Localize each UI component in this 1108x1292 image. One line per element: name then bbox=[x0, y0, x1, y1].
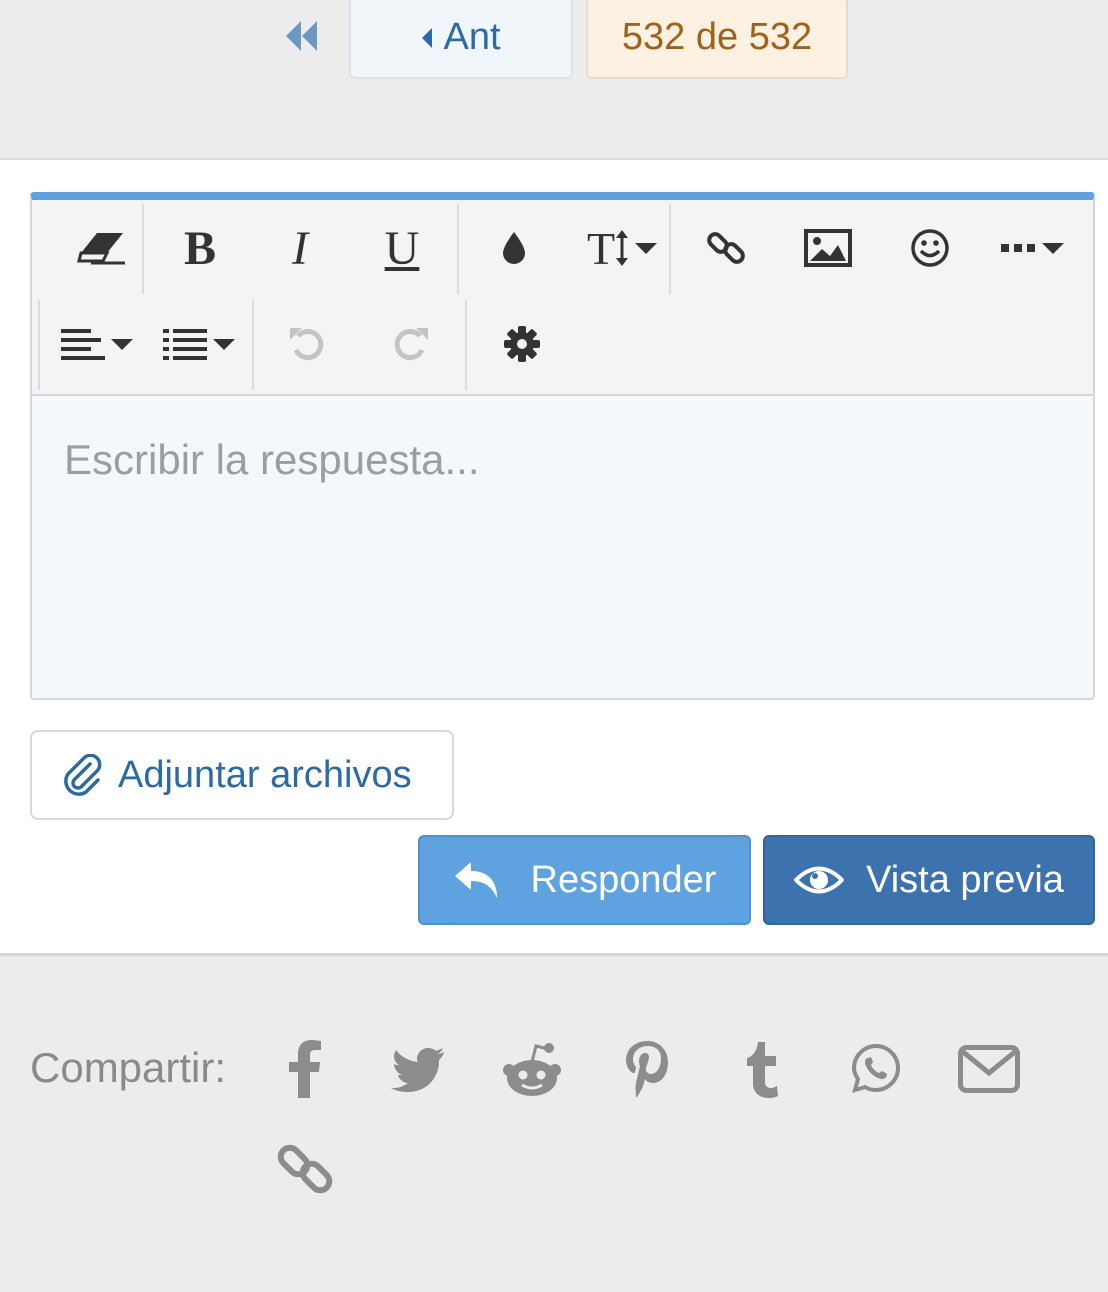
text-color-button[interactable] bbox=[474, 208, 554, 288]
font-size-label: T bbox=[586, 222, 616, 274]
editor-toolbar: B I U T bbox=[32, 200, 1093, 396]
toolbar-separator bbox=[252, 300, 254, 390]
italic-button[interactable]: I bbox=[260, 208, 340, 288]
share-whatsapp[interactable] bbox=[841, 1034, 911, 1104]
bold-label: B bbox=[183, 221, 216, 275]
chevron-down-icon bbox=[111, 338, 133, 350]
facebook-icon bbox=[289, 1040, 321, 1098]
undo-button[interactable] bbox=[268, 304, 348, 384]
insert-link-button[interactable] bbox=[686, 208, 766, 288]
reddit-icon bbox=[503, 1043, 561, 1096]
reply-button[interactable]: Responder bbox=[418, 835, 751, 925]
share-tumblr[interactable] bbox=[727, 1034, 797, 1104]
list-icon bbox=[163, 329, 207, 360]
current-page-indicator[interactable]: 532 de 532 bbox=[586, 0, 848, 79]
whatsapp-icon bbox=[851, 1043, 901, 1093]
image-icon bbox=[804, 229, 852, 267]
eraser-icon bbox=[77, 233, 125, 265]
share-email[interactable] bbox=[954, 1034, 1024, 1104]
share-pinterest[interactable] bbox=[612, 1034, 682, 1104]
toolbar-separator bbox=[457, 204, 459, 294]
align-icon bbox=[61, 329, 105, 360]
gear-icon bbox=[504, 326, 540, 362]
reply-placeholder: Escribir la respuesta... bbox=[64, 436, 480, 483]
undo-icon bbox=[290, 328, 324, 361]
reply-section: B I U T Escribir la respuesta... Adjunta… bbox=[0, 158, 1108, 956]
caret-left-icon bbox=[422, 27, 433, 48]
insert-image-button[interactable] bbox=[788, 208, 868, 288]
more-options-button[interactable] bbox=[992, 208, 1072, 288]
align-button[interactable] bbox=[52, 304, 142, 384]
toolbar-separator bbox=[669, 204, 671, 294]
rich-text-editor: B I U T Escribir la respuesta... bbox=[30, 192, 1095, 700]
share-label: Compartir: bbox=[30, 1044, 227, 1091]
redo-button[interactable] bbox=[370, 304, 450, 384]
first-page-button[interactable] bbox=[280, 14, 324, 58]
underline-button[interactable]: U bbox=[362, 208, 442, 288]
chevron-down-icon bbox=[1042, 242, 1064, 254]
attach-files-label: Adjuntar archivos bbox=[118, 753, 412, 796]
toolbar-separator bbox=[38, 300, 40, 390]
font-size-button[interactable]: T bbox=[572, 208, 672, 288]
chevron-down-icon bbox=[213, 338, 235, 350]
previous-page-button[interactable]: Ant bbox=[349, 0, 573, 79]
pinterest-icon bbox=[626, 1041, 668, 1097]
share-link[interactable] bbox=[270, 1134, 340, 1204]
vertical-arrows-icon bbox=[616, 230, 629, 266]
share-reddit[interactable] bbox=[497, 1034, 567, 1104]
underline-label: U bbox=[384, 221, 420, 275]
smile-icon bbox=[911, 229, 949, 267]
more-icon bbox=[1001, 244, 1035, 252]
toolbar-separator bbox=[142, 204, 144, 294]
email-icon bbox=[958, 1045, 1020, 1093]
insert-smilie-button[interactable] bbox=[890, 208, 970, 288]
attach-files-button[interactable]: Adjuntar archivos bbox=[30, 730, 454, 820]
double-chevron-left-icon bbox=[286, 21, 317, 51]
preview-label: Vista previa bbox=[866, 858, 1064, 901]
reply-label: Responder bbox=[530, 858, 717, 901]
pagination: Ant 532 de 532 bbox=[0, 0, 1108, 160]
tumblr-icon bbox=[747, 1042, 778, 1098]
chevron-down-icon bbox=[635, 242, 658, 254]
reply-arrow-icon bbox=[454, 862, 497, 898]
toolbar-separator bbox=[465, 300, 467, 390]
reply-textarea[interactable]: Escribir la respuesta... bbox=[32, 396, 1093, 698]
previous-page-label: Ant bbox=[443, 16, 501, 58]
redo-icon bbox=[394, 328, 428, 361]
italic-label: I bbox=[292, 221, 308, 275]
settings-button[interactable] bbox=[482, 304, 562, 384]
eye-icon bbox=[794, 866, 845, 894]
list-button[interactable] bbox=[154, 304, 244, 384]
link-icon bbox=[707, 232, 745, 264]
bold-button[interactable]: B bbox=[160, 208, 240, 288]
link-icon bbox=[277, 1144, 333, 1194]
color-drop-icon bbox=[503, 232, 525, 264]
paperclip-icon bbox=[64, 754, 102, 796]
preview-button[interactable]: Vista previa bbox=[763, 835, 1095, 925]
share-facebook[interactable] bbox=[270, 1034, 340, 1104]
twitter-icon bbox=[391, 1048, 444, 1092]
clear-format-button[interactable] bbox=[52, 208, 152, 288]
current-page-label: 532 de 532 bbox=[621, 16, 813, 58]
share-twitter[interactable] bbox=[383, 1034, 453, 1104]
